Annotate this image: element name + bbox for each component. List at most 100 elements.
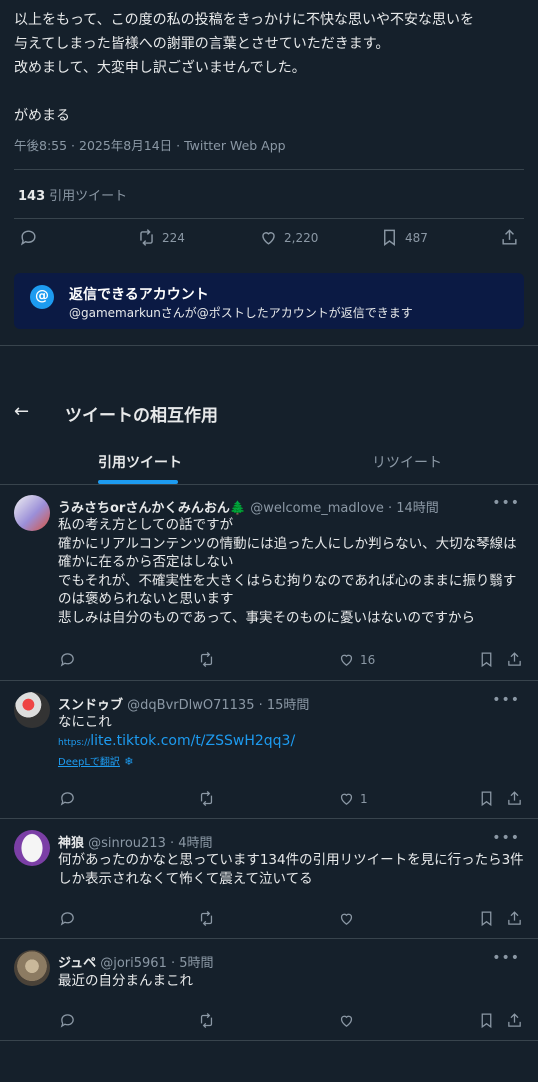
avatar[interactable] <box>14 692 50 728</box>
quote-line: 何があったのかなと思っています134件の引用リツイートを見に行ったら3件 <box>58 852 524 868</box>
link[interactable]: lite.tiktok.com/t/ZSSwH2qq3/ <box>90 733 295 749</box>
display-name[interactable]: 神狼 <box>58 836 84 851</box>
retweet-button[interactable] <box>198 1012 215 1029</box>
quote-line: 私の考え方としての話ですが <box>58 517 234 533</box>
bookmark-button[interactable] <box>478 1012 495 1029</box>
share-button[interactable] <box>506 910 523 927</box>
bookmark-icon <box>481 1013 492 1029</box>
quote-actions <box>58 910 524 930</box>
reply-restriction-box: @ 返信できるアカウント @gamemarkunさんが@ポストしたアカウントが返… <box>14 273 524 329</box>
like-count: 1 <box>360 791 368 806</box>
more-options-icon[interactable]: ••• <box>492 830 520 846</box>
like-button[interactable]: 16 <box>338 651 375 668</box>
deepl-icon: ❄ <box>124 755 134 768</box>
display-name[interactable]: スンドゥブ <box>58 698 123 713</box>
page-title: ツイートの相互作用 <box>65 406 218 426</box>
tab-quote-tweets[interactable]: 引用ツイート <box>98 452 182 472</box>
handle-time: @sinrou213 · 4時間 <box>88 836 213 851</box>
handle-time: @welcome_madlove · 14時間 <box>250 501 439 516</box>
reply-icon <box>20 230 36 246</box>
heart-icon <box>262 232 275 245</box>
quote-count-label: 引用ツイート <box>49 189 128 204</box>
quote-line: 最近の自分まんまこれ <box>58 973 193 989</box>
retweet-button[interactable] <box>198 910 215 927</box>
avatar[interactable] <box>14 830 50 866</box>
more-options-icon[interactable]: ••• <box>492 950 520 966</box>
share-icon <box>508 791 521 805</box>
tweet-signature: がめまる <box>14 108 70 124</box>
divider <box>14 169 524 170</box>
back-arrow-icon[interactable]: ← <box>14 401 29 422</box>
like-button[interactable]: 2,220 <box>259 228 318 247</box>
divider <box>0 1040 538 1041</box>
at-icon: @ <box>30 285 54 309</box>
more-options-icon[interactable]: ••• <box>492 495 520 511</box>
quote-tweet-item[interactable]: うみさちorさんかくみんおん🌲 @welcome_madlove · 14時間 … <box>0 485 538 681</box>
quote-line: 確かにリアルコンテンツの情動には追った人にしか判らない、大切な琴線は <box>58 535 517 552</box>
share-icon <box>508 1013 521 1027</box>
quote-header: うみさちorさんかくみんおん🌲 @welcome_madlove · 14時間 <box>58 497 439 516</box>
tab-retweets[interactable]: リツイート <box>372 452 442 472</box>
quote-count-link[interactable]: 143 引用ツイート <box>18 185 127 204</box>
share-button[interactable] <box>506 1012 523 1029</box>
quote-header: 神狼 @sinrou213 · 4時間 <box>58 832 213 851</box>
quote-header: ジュペ @jori5961 · 5時間 <box>58 952 214 971</box>
reply-button[interactable] <box>59 1012 76 1029</box>
share-icon <box>508 911 521 925</box>
quote-actions <box>58 1012 524 1032</box>
bookmark-button[interactable] <box>478 651 495 668</box>
avatar[interactable] <box>14 950 50 986</box>
reply-button[interactable] <box>59 651 76 668</box>
reply-icon <box>60 912 74 926</box>
display-name[interactable]: うみさちorさんかくみんおん🌲 <box>58 501 246 516</box>
reply-restriction-subtitle: @gamemarkunさんが@ポストしたアカウントが返信できます <box>69 306 413 320</box>
like-button[interactable] <box>338 1012 355 1029</box>
handle-time: @dqBvrDlwO71135 · 15時間 <box>127 698 310 713</box>
display-name[interactable]: ジュペ <box>58 956 96 971</box>
retweet-icon <box>140 229 153 246</box>
reply-icon <box>60 1014 74 1028</box>
quote-tweet-item[interactable]: ジュペ @jori5961 · 5時間 ••• 最近の自分まんまこれ <box>0 940 538 1040</box>
translate-link[interactable]: DeepLで翻訳 <box>58 757 120 768</box>
bookmark-icon <box>384 229 395 247</box>
bookmark-button[interactable] <box>478 790 495 807</box>
quote-tweet-item[interactable]: 神狼 @sinrou213 · 4時間 ••• 何があったのかなと思っています1… <box>0 820 538 939</box>
bookmark-icon <box>481 791 492 807</box>
quote-text: 最近の自分まんまこれ <box>58 972 524 991</box>
share-button[interactable] <box>500 228 519 247</box>
quote-text: 私の考え方としての話ですが 確かにリアルコンテンツの情動には追った人にしか判らな… <box>58 516 524 627</box>
like-button[interactable]: 1 <box>338 790 368 807</box>
quote-line: 悲しみは自分のものであって、事実そのものに憂いはないのですから <box>58 609 476 626</box>
share-icon <box>502 229 517 245</box>
reply-button[interactable] <box>59 790 76 807</box>
like-button[interactable] <box>338 910 355 927</box>
bookmark-icon <box>481 911 492 927</box>
heart-icon <box>340 793 353 805</box>
divider <box>0 345 538 346</box>
heart-icon <box>340 654 353 666</box>
retweet-count: 224 <box>162 230 185 245</box>
avatar[interactable] <box>14 495 50 531</box>
bookmark-count: 487 <box>405 230 428 245</box>
quote-tweet-item[interactable]: スンドゥブ @dqBvrDlwO71135 · 15時間 ••• なにこれ ht… <box>0 682 538 819</box>
retweet-button[interactable]: 224 <box>137 228 185 247</box>
reply-button[interactable] <box>59 910 76 927</box>
share-button[interactable] <box>506 651 523 668</box>
bookmark-button[interactable] <box>478 910 495 927</box>
more-options-icon[interactable]: ••• <box>492 692 520 708</box>
reply-button[interactable] <box>19 228 38 247</box>
interactions-header: ← ツイートの相互作用 <box>0 395 538 431</box>
retweet-icon <box>200 1012 213 1029</box>
bookmark-button[interactable]: 487 <box>380 228 428 247</box>
share-button[interactable] <box>506 790 523 807</box>
retweet-button[interactable] <box>198 790 215 807</box>
retweet-button[interactable] <box>198 651 215 668</box>
handle-time: @jori5961 · 5時間 <box>100 956 214 971</box>
tweet-line: 改めまして、大変申し訳ございませんでした。 <box>14 60 306 76</box>
tweet-timestamp[interactable]: 午後8:55 · 2025年8月14日 · Twitter Web App <box>14 135 286 154</box>
tweet-line: 与えてしまった皆様への謝罪の言葉とさせていただきます。 <box>14 36 390 52</box>
heart-icon <box>340 1015 353 1027</box>
quote-line: 確かに在るから否定はしない <box>58 554 234 570</box>
translate-line: DeepLで翻訳 ❄ <box>58 752 524 773</box>
quote-line: でもそれが、不確実性を大きくはらむ拘りなのであれば心のままに振り翳す <box>58 572 517 589</box>
